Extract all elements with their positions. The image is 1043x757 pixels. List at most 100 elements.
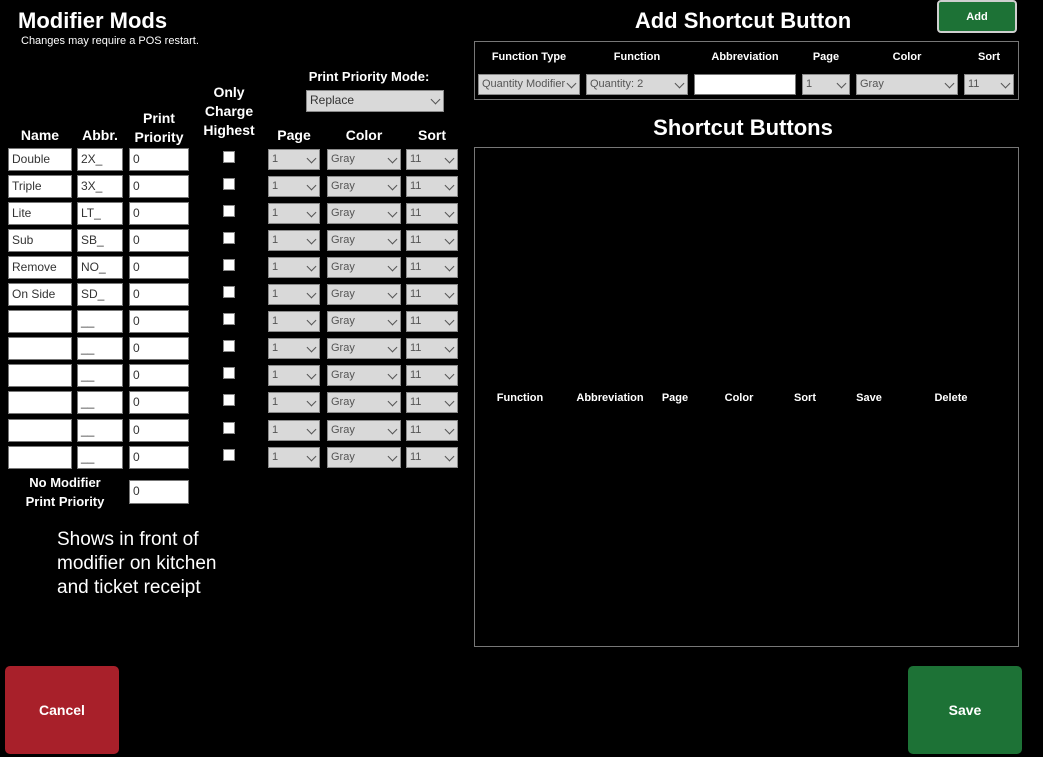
modifier-sort-select[interactable]: 11 (406, 365, 458, 386)
modifier-name-input[interactable] (8, 310, 72, 333)
modifier-name-input[interactable] (8, 446, 72, 469)
modifier-color-select[interactable]: Gray (327, 338, 401, 359)
modifier-page-select[interactable]: 1 (268, 284, 320, 305)
modifier-abbr-input[interactable]: __ (77, 364, 123, 387)
modifier-name-input[interactable] (8, 391, 72, 414)
modifier-color-select[interactable]: Gray (327, 365, 401, 386)
modifier-abbr-input[interactable]: NO_ (77, 256, 123, 279)
modifier-abbr-input[interactable]: __ (77, 446, 123, 469)
modifier-sort-select[interactable]: 11 (406, 392, 458, 413)
modifier-page-select[interactable]: 1 (268, 176, 320, 197)
modifier-page-select[interactable]: 1 (268, 230, 320, 251)
modifier-name-input[interactable]: Remove (8, 256, 72, 279)
modifier-color-select[interactable]: Gray (327, 176, 401, 197)
only-charge-highest-checkbox[interactable] (223, 367, 235, 379)
modifier-sort-select[interactable]: 11 (406, 203, 458, 224)
color-value: Gray (331, 207, 355, 219)
modifier-page-select[interactable]: 1 (268, 311, 320, 332)
cancel-button[interactable]: Cancel (5, 666, 119, 754)
modifier-sort-select[interactable]: 11 (406, 311, 458, 332)
save-button[interactable]: Save (908, 666, 1022, 754)
modifier-name-input[interactable]: Triple (8, 175, 72, 198)
modifier-priority-input[interactable]: 0 (129, 337, 189, 360)
modifier-priority-input[interactable]: 0 (129, 202, 189, 225)
modifier-color-select[interactable]: Gray (327, 284, 401, 305)
modifier-sort-select[interactable]: 11 (406, 176, 458, 197)
modifier-color-select[interactable]: Gray (327, 392, 401, 413)
abbreviation-input[interactable] (694, 74, 796, 95)
modifier-page-select[interactable]: 1 (268, 420, 320, 441)
modifier-sort-select[interactable]: 11 (406, 447, 458, 468)
only-charge-highest-checkbox[interactable] (223, 449, 235, 461)
modifier-name-input[interactable] (8, 337, 72, 360)
modifier-sort-select[interactable]: 11 (406, 338, 458, 359)
modifier-page-select[interactable]: 1 (268, 149, 320, 170)
modifier-name-input[interactable]: Sub (8, 229, 72, 252)
modifier-priority-input[interactable]: 0 (129, 364, 189, 387)
modifier-color-select[interactable]: Gray (327, 311, 401, 332)
only-charge-highest-checkbox[interactable] (223, 286, 235, 298)
modifier-name-input[interactable]: Double (8, 148, 72, 171)
modifier-priority-input[interactable]: 0 (129, 446, 189, 469)
modifier-priority-input[interactable]: 0 (129, 229, 189, 252)
modifier-abbr-input[interactable]: __ (77, 310, 123, 333)
add-button[interactable]: Add (937, 0, 1017, 33)
modifier-abbr-input[interactable]: LT_ (77, 202, 123, 225)
modifier-abbr-input[interactable]: SB_ (77, 229, 123, 252)
only-charge-highest-checkbox[interactable] (223, 313, 235, 325)
modifier-color-select[interactable]: Gray (327, 230, 401, 251)
modifier-name-input[interactable]: On Side (8, 283, 72, 306)
modifier-page-select[interactable]: 1 (268, 365, 320, 386)
modifier-page-select[interactable]: 1 (268, 338, 320, 359)
only-charge-highest-checkbox[interactable] (223, 205, 235, 217)
modifier-sort-select[interactable]: 11 (406, 420, 458, 441)
modifier-name-input[interactable] (8, 419, 72, 442)
modifier-sort-select[interactable]: 11 (406, 284, 458, 305)
modifier-abbr-input[interactable]: SD_ (77, 283, 123, 306)
only-charge-highest-checkbox[interactable] (223, 259, 235, 271)
modifier-priority-input[interactable]: 0 (129, 391, 189, 414)
modifier-color-select[interactable]: Gray (327, 149, 401, 170)
modifier-sort-select[interactable]: 11 (406, 257, 458, 278)
only-charge-highest-checkbox[interactable] (223, 151, 235, 163)
modifier-sort-select[interactable]: 11 (406, 230, 458, 251)
modifier-abbr-input[interactable]: 3X_ (77, 175, 123, 198)
modifier-color-select[interactable]: Gray (327, 420, 401, 441)
modifier-color-select[interactable]: Gray (327, 203, 401, 224)
color-select[interactable]: Gray (856, 74, 958, 95)
modifier-abbr-input[interactable]: __ (77, 391, 123, 414)
color-value: Gray (331, 451, 355, 463)
modifier-color-select[interactable]: Gray (327, 447, 401, 468)
modifier-abbr-input[interactable]: 2X_ (77, 148, 123, 171)
chevron-down-icon (387, 342, 398, 353)
modifier-name-input[interactable]: Lite (8, 202, 72, 225)
function-type-select[interactable]: Quantity Modifier (478, 74, 580, 95)
modifier-color-select[interactable]: Gray (327, 257, 401, 278)
modifier-abbr-input[interactable]: __ (77, 419, 123, 442)
modifier-priority-input[interactable]: 0 (129, 148, 189, 171)
page-select[interactable]: 1 (802, 74, 850, 95)
only-charge-highest-checkbox[interactable] (223, 422, 235, 434)
only-charge-highest-checkbox[interactable] (223, 178, 235, 190)
modifier-abbr-input[interactable]: __ (77, 337, 123, 360)
only-charge-highest-checkbox[interactable] (223, 340, 235, 352)
modifier-page-select[interactable]: 1 (268, 392, 320, 413)
modifier-priority-input[interactable]: 0 (129, 256, 189, 279)
modifier-page-select[interactable]: 1 (268, 257, 320, 278)
modifier-sort-select[interactable]: 11 (406, 149, 458, 170)
modifier-priority-input[interactable]: 0 (129, 175, 189, 198)
modifier-priority-input[interactable]: 0 (129, 283, 189, 306)
modifier-page-select[interactable]: 1 (268, 447, 320, 468)
function-select[interactable]: Quantity: 2 (586, 74, 688, 95)
modifier-page-select[interactable]: 1 (268, 203, 320, 224)
print-priority-mode-select[interactable]: Replace (306, 90, 444, 112)
sort-select[interactable]: 11 (964, 74, 1014, 95)
modifier-name-input[interactable] (8, 364, 72, 387)
modifier-priority-input[interactable]: 0 (129, 310, 189, 333)
only-charge-highest-checkbox[interactable] (223, 232, 235, 244)
only-charge-highest-checkbox[interactable] (223, 394, 235, 406)
sort-value: 11 (410, 180, 422, 192)
modifier-priority-input[interactable]: 0 (129, 419, 189, 442)
color-value: Gray (331, 424, 355, 436)
no-modifier-priority-input[interactable]: 0 (129, 480, 189, 504)
